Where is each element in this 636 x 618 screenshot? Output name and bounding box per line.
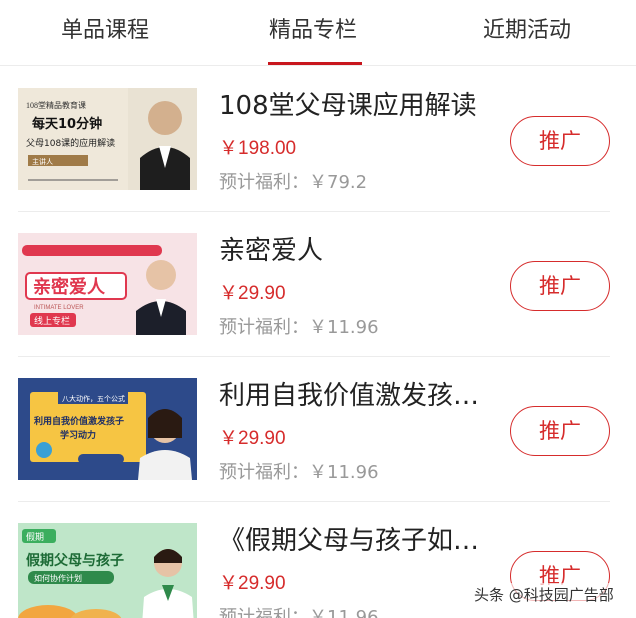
thumb-text: 主讲人 <box>32 157 53 166</box>
course-price: ￥29.90 <box>219 573 286 594</box>
thumb-text: 学习动力 <box>60 429 96 441</box>
estimated-welfare: 预计福利：￥11.96 <box>219 462 379 483</box>
list-item[interactable]: 亲密爱人 INTIMATE LOVER 线上专栏 亲密爱人 ￥29.90 预计福… <box>0 212 636 357</box>
list-item[interactable]: 八大动作，五个公式 利用自我价值激发孩子 学习动力 利用自我价值激发孩… ￥29… <box>0 357 636 502</box>
thumb-text: 父母108课的应用解读 <box>26 137 115 149</box>
thumb-text: 利用自我价值激发孩子 <box>33 415 124 427</box>
course-thumbnail[interactable]: 亲密爱人 INTIMATE LOVER 线上专栏 <box>18 233 197 335</box>
active-tab-indicator <box>268 62 362 65</box>
tab-bar: 单品课程 精品专栏 近期活动 <box>0 0 636 66</box>
thumb-text: 假期 <box>26 532 44 543</box>
tab-single-courses[interactable]: 单品课程 <box>10 0 200 66</box>
tab-recent-activities[interactable]: 近期活动 <box>432 0 622 66</box>
tab-premium-columns[interactable]: 精品专栏 <box>218 0 408 66</box>
promote-button[interactable]: 推广 <box>510 261 610 311</box>
thumb-text: INTIMATE LOVER <box>34 305 84 311</box>
course-thumbnail[interactable]: 108堂精品教育课 每天10分钟 父母108课的应用解读 主讲人 <box>18 88 197 190</box>
course-title[interactable]: 《假期父母与孩子如… <box>219 520 509 557</box>
course-thumbnail[interactable]: 假期 假期父母与孩子 如何协作计划 <box>18 523 197 618</box>
thumb-text: 假期父母与孩子 <box>26 552 124 569</box>
course-title[interactable]: 亲密爱人 <box>219 230 509 267</box>
promote-button[interactable]: 推广 <box>510 116 610 166</box>
watermark: 头条 @科技园广告部 <box>472 583 616 606</box>
course-title[interactable]: 利用自我价值激发孩… <box>219 375 509 412</box>
course-price: ￥29.90 <box>219 428 286 449</box>
course-thumbnail[interactable]: 八大动作，五个公式 利用自我价值激发孩子 学习动力 <box>18 378 197 480</box>
list-item[interactable]: 108堂精品教育课 每天10分钟 父母108课的应用解读 主讲人 108堂父母课… <box>0 67 636 212</box>
promote-button[interactable]: 推广 <box>510 406 610 456</box>
thumb-text: 线上专栏 <box>34 315 70 327</box>
course-title[interactable]: 108堂父母课应用解读 <box>219 85 509 122</box>
estimated-welfare: 预计福利：￥79.2 <box>219 172 368 193</box>
thumb-text: 八大动作，五个公式 <box>62 394 125 403</box>
thumb-text: 亲密爱人 <box>33 276 106 298</box>
course-price: ￥198.00 <box>219 138 297 159</box>
estimated-welfare: 预计福利：￥11.96 <box>219 317 379 338</box>
estimated-welfare: 预计福利：￥11.96 <box>219 607 379 618</box>
thumb-text: 108堂精品教育课 <box>26 100 86 110</box>
course-price: ￥29.90 <box>219 283 286 304</box>
thumb-text: 每天10分钟 <box>32 116 102 132</box>
thumb-text: 如何协作计划 <box>34 573 82 583</box>
